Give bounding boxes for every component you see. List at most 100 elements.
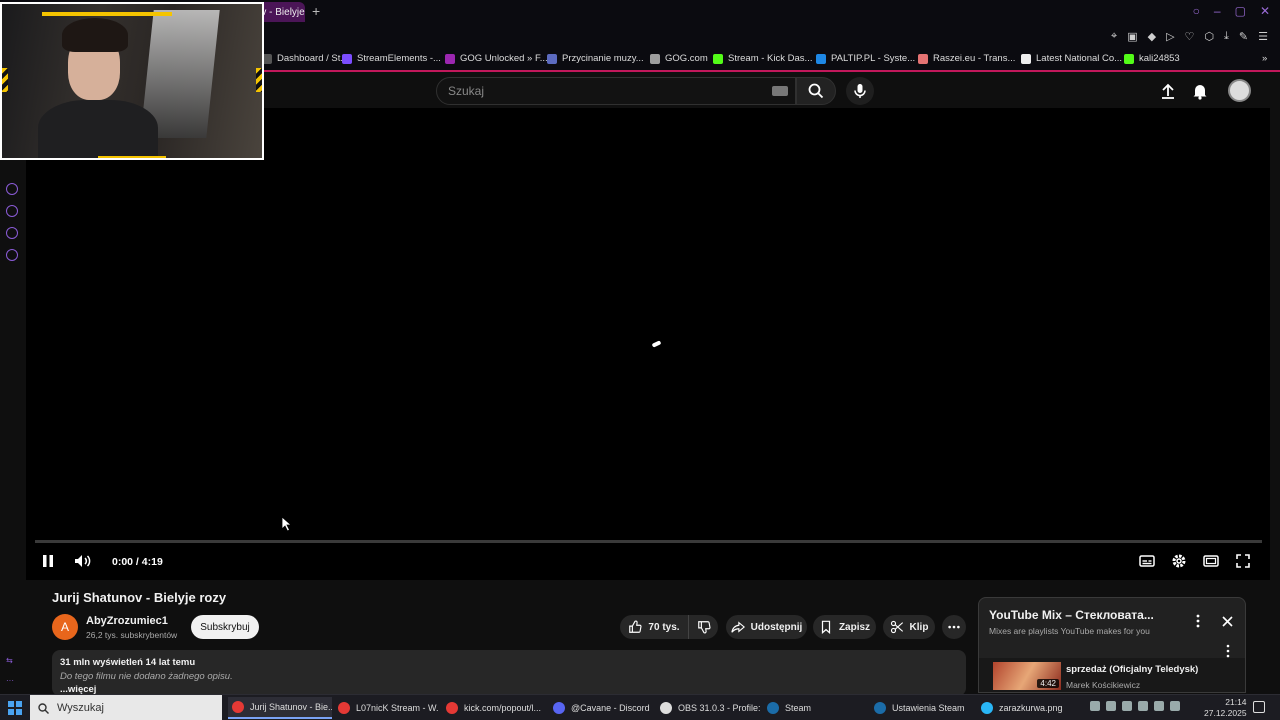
settings-button[interactable] xyxy=(1169,552,1189,570)
bookmark-item[interactable]: Raszei.eu - Trans... xyxy=(918,53,1015,64)
bookmark-label: Dashboard / St... xyxy=(277,53,349,64)
bookmark-favicon-icon xyxy=(918,53,928,64)
search-input[interactable]: Szukaj xyxy=(436,77,796,105)
share-icon xyxy=(730,621,745,633)
bookmark-favicon-icon xyxy=(816,53,826,64)
bookmark-item[interactable]: kali24853 xyxy=(1124,53,1180,64)
bookmark-label: Latest National Co... xyxy=(1036,53,1123,64)
tray-mic-icon[interactable] xyxy=(1170,701,1180,711)
voice-search-button[interactable] xyxy=(846,77,874,105)
player-icon[interactable]: ▷ xyxy=(1166,30,1174,43)
search-icon xyxy=(808,83,824,99)
subscribe-button[interactable]: Subskrybuj xyxy=(191,615,259,639)
snapshot-icon[interactable]: ▣ xyxy=(1127,30,1137,43)
windows-start-icon[interactable] xyxy=(8,701,22,715)
mix-item-menu-icon[interactable] xyxy=(1225,644,1231,658)
download-icon[interactable]: ⤓ xyxy=(1224,30,1229,43)
description-text: Do tego filmu nie dodano żadnego opisu. xyxy=(60,671,233,682)
bookmark-item[interactable]: GOG Unlocked » F... xyxy=(445,53,548,64)
clip-button[interactable]: Klip xyxy=(883,615,935,639)
taskbar-app[interactable]: Jurij Shatunov - Bie... xyxy=(228,697,332,719)
bookmark-item[interactable]: GOG.com xyxy=(650,53,708,64)
video-player[interactable] xyxy=(26,108,1270,580)
youtube-mix-panel: YouTube Mix – Стекловата... Mixes are pl… xyxy=(978,597,1246,693)
sidebar-extensions-icon[interactable] xyxy=(6,227,18,239)
bookmark-item[interactable]: StreamElements -... xyxy=(342,53,441,64)
notifications-icon[interactable] xyxy=(1253,701,1265,713)
upload-icon[interactable] xyxy=(1159,82,1177,100)
taskbar-app-label: @Cavane - Discord xyxy=(571,703,650,713)
notifications-bell-icon[interactable] xyxy=(1191,82,1209,100)
obs-icon xyxy=(660,702,672,714)
tray-app-icon[interactable] xyxy=(1138,701,1148,711)
taskbar-clock[interactable]: 21:14 27.12.2025 xyxy=(1204,697,1247,719)
account-avatar[interactable] xyxy=(1228,79,1251,102)
search-tabs-icon[interactable]: ○ xyxy=(1193,4,1200,18)
theater-mode-button[interactable] xyxy=(1201,552,1221,570)
more-actions-button[interactable] xyxy=(942,615,966,639)
tray-steam-icon[interactable] xyxy=(1090,701,1100,711)
taskbar-app[interactable]: L07nicK Stream - W... xyxy=(338,697,438,719)
bookmark-label: PALTIP.PL - Syste... xyxy=(831,53,916,64)
share-button[interactable]: Udostępnij xyxy=(726,615,807,639)
bookmark-item[interactable]: Dashboard / St... xyxy=(262,53,348,64)
maximize-icon[interactable]: ▢ xyxy=(1235,4,1246,18)
menu-icon[interactable]: ☰ xyxy=(1258,30,1268,43)
ai-icon[interactable]: ✎ xyxy=(1239,30,1248,43)
view-count-and-date: 31 mln wyświetleń 14 lat temu xyxy=(60,657,196,668)
bookmark-favicon-icon xyxy=(1124,53,1134,64)
save-button[interactable]: Zapisz xyxy=(813,615,876,639)
channel-name[interactable]: AbyZrozumiec1 xyxy=(86,615,168,627)
pin-icon[interactable]: ⌖ xyxy=(1111,30,1117,43)
minimize-icon[interactable]: – xyxy=(1214,4,1221,18)
mix-item-duration: 4:42 xyxy=(1037,679,1059,688)
keyboard-icon[interactable] xyxy=(772,86,788,96)
close-mix-icon[interactable] xyxy=(1222,616,1233,627)
mix-title[interactable]: YouTube Mix – Стекловата... xyxy=(989,608,1154,622)
taskbar-app[interactable]: @Cavane - Discord xyxy=(553,697,653,719)
bookmark-item[interactable]: PALTIP.PL - Syste... xyxy=(816,53,915,64)
tray-app-icon[interactable] xyxy=(1122,701,1132,711)
close-window-icon[interactable]: ✕ xyxy=(1260,4,1270,18)
fullscreen-button[interactable] xyxy=(1233,552,1253,570)
bookmarks-overflow-icon[interactable]: » xyxy=(1262,53,1267,64)
sidebar-player-icon[interactable] xyxy=(6,183,18,195)
bookmark-label: GOG Unlocked » F... xyxy=(460,53,548,64)
extensions-icon[interactable]: ⬡ xyxy=(1204,30,1214,43)
taskbar-search-input[interactable]: Wyszukaj xyxy=(30,695,222,720)
channel-subscribers: 26,2 tys. subskrybentów xyxy=(86,630,178,640)
dislike-button[interactable] xyxy=(688,615,718,639)
taskbar-app[interactable]: zarazkurwa.png xyxy=(981,697,1081,719)
bookmark-label: Stream - Kick Das... xyxy=(728,53,813,64)
taskbar-app[interactable]: Steam xyxy=(767,697,867,719)
mix-playlist-item[interactable]: 4:42 sprzedaż (Oficjalny Teledysk) Marek… xyxy=(979,658,1245,692)
heart-icon[interactable]: ♡ xyxy=(1185,30,1195,43)
like-button[interactable]: 70 tys. xyxy=(620,615,688,639)
taskbar-app[interactable]: OBS 31.0.3 - Profile:... xyxy=(660,697,760,719)
bookmark-item[interactable]: Przycinanie muzy... xyxy=(547,53,644,64)
pause-button[interactable] xyxy=(38,552,58,570)
adblock-icon[interactable]: ◆ xyxy=(1148,30,1156,43)
sidebar-settings-icon[interactable] xyxy=(6,249,18,261)
channel-avatar[interactable]: A xyxy=(52,614,78,640)
volume-button[interactable] xyxy=(73,552,93,570)
new-tab-button[interactable]: + xyxy=(312,4,320,18)
taskbar-app-label: kick.com/popout/l... xyxy=(464,703,542,713)
sidebar-toggle-icon[interactable]: ⇆ xyxy=(6,656,13,665)
description-box[interactable]: 31 mln wyświetleń 14 lat temu Do tego fi… xyxy=(52,650,966,696)
more-horizontal-icon xyxy=(948,625,960,629)
sidebar-more-icon[interactable]: ··· xyxy=(6,676,14,685)
tray-volume-icon[interactable] xyxy=(1154,701,1164,711)
bookmark-item[interactable]: Latest National Co... xyxy=(1021,53,1122,64)
bookmark-item[interactable]: Stream - Kick Das... xyxy=(713,53,812,64)
taskbar-app[interactable]: kick.com/popout/l... xyxy=(446,697,546,719)
sidebar-history-icon[interactable] xyxy=(6,205,18,217)
tray-network-icon[interactable] xyxy=(1106,701,1116,711)
taskbar-app[interactable]: Ustawienia Steam xyxy=(874,697,974,719)
search-button[interactable] xyxy=(796,77,836,105)
video-progress-bar[interactable] xyxy=(35,540,1262,543)
subtitles-button[interactable] xyxy=(1137,552,1157,570)
mix-item-title: sprzedaż (Oficjalny Teledysk) xyxy=(1066,664,1199,675)
taskbar-app-label: Ustawienia Steam xyxy=(892,703,965,713)
mix-menu-icon[interactable] xyxy=(1195,614,1201,628)
